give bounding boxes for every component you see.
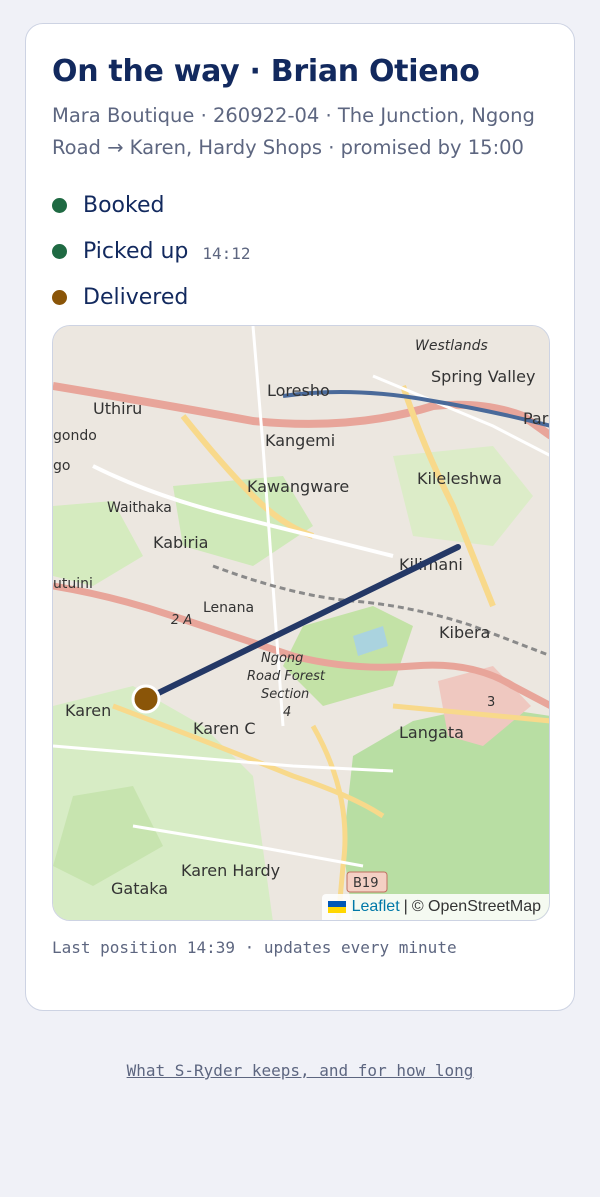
delivery-summary: Mara Boutique · 260922-04 · The Junction…	[52, 104, 535, 159]
step-time: 14:12	[202, 243, 251, 263]
page-title: On the way · Brian Otieno	[52, 54, 480, 89]
map-label-ngong-forest-3: Section	[261, 687, 309, 702]
tracking-map[interactable]: Westlands Spring Valley Loresho Uthiru P…	[52, 325, 550, 921]
map-label-karen: Karen	[65, 701, 111, 720]
courier-position-marker[interactable]	[131, 684, 161, 714]
step-label: Picked up	[83, 238, 189, 264]
map-label-kawangware: Kawangware	[247, 477, 349, 496]
map-label-spring-valley: Spring Valley	[431, 367, 535, 386]
map-label-ngong-forest-4: 4	[283, 705, 291, 720]
map-label-kabiria: Kabiria	[153, 533, 208, 552]
osm-attribution: © OpenStreetMap	[411, 898, 541, 915]
map-label-road-b19: B19	[353, 876, 378, 891]
map-label-utuini: utuini	[53, 576, 93, 592]
map-label-gondo: gondo	[53, 428, 97, 444]
step-label: Booked	[83, 192, 165, 218]
map-label-ngong-forest-1: Ngong	[261, 651, 303, 666]
timeline-step-booked: Booked	[52, 182, 552, 228]
status-dot-icon	[52, 243, 67, 259]
map-label-kileleshwa: Kileleshwa	[417, 469, 502, 488]
status-dot-icon	[52, 289, 67, 305]
status-timeline: Booked Picked up 14:12 Delivered	[52, 182, 552, 320]
map-label-westlands: Westlands	[415, 338, 488, 354]
map-label-karen-c: Karen C	[193, 719, 255, 738]
map-label-road-2a: 2 A	[171, 613, 192, 628]
map-label-road-3: 3	[487, 695, 495, 710]
map-label-kangemi: Kangemi	[265, 431, 335, 450]
map-tiles[interactable]: Westlands Spring Valley Loresho Uthiru P…	[53, 326, 550, 921]
map-label-karen-hardy: Karen Hardy	[181, 861, 280, 880]
map-label-par: Par	[523, 409, 549, 428]
map-label-waithaka: Waithaka	[107, 500, 172, 516]
map-label-kibera: Kibera	[439, 623, 490, 642]
data-retention-link[interactable]: What S-Ryder keeps, and for how long	[0, 1061, 600, 1080]
map-label-lenana: Lenana	[203, 600, 254, 616]
last-position-status: Last position 14:39 · updates every minu…	[52, 938, 457, 957]
timeline-step-picked-up: Picked up 14:12	[52, 228, 552, 274]
step-label: Delivered	[83, 284, 189, 310]
map-label-gataka: Gataka	[111, 879, 168, 898]
map-label-langata: Langata	[399, 723, 464, 742]
map-label-go: go	[53, 458, 70, 474]
ukraine-flag-icon	[327, 901, 346, 913]
leaflet-link[interactable]: Leaflet	[352, 898, 400, 916]
map-attribution: Leaflet | © OpenStreetMap	[321, 894, 549, 920]
map-label-ngong-forest-2: Road Forest	[247, 669, 326, 684]
timeline-step-delivered: Delivered	[52, 274, 552, 320]
map-label-uthiru: Uthiru	[93, 399, 142, 418]
status-dot-icon	[52, 197, 67, 213]
map-label-loresho: Loresho	[267, 381, 330, 400]
tracking-card: On the way · Brian Otieno Mara Boutique …	[25, 23, 575, 1011]
attribution-separator: |	[403, 898, 408, 915]
